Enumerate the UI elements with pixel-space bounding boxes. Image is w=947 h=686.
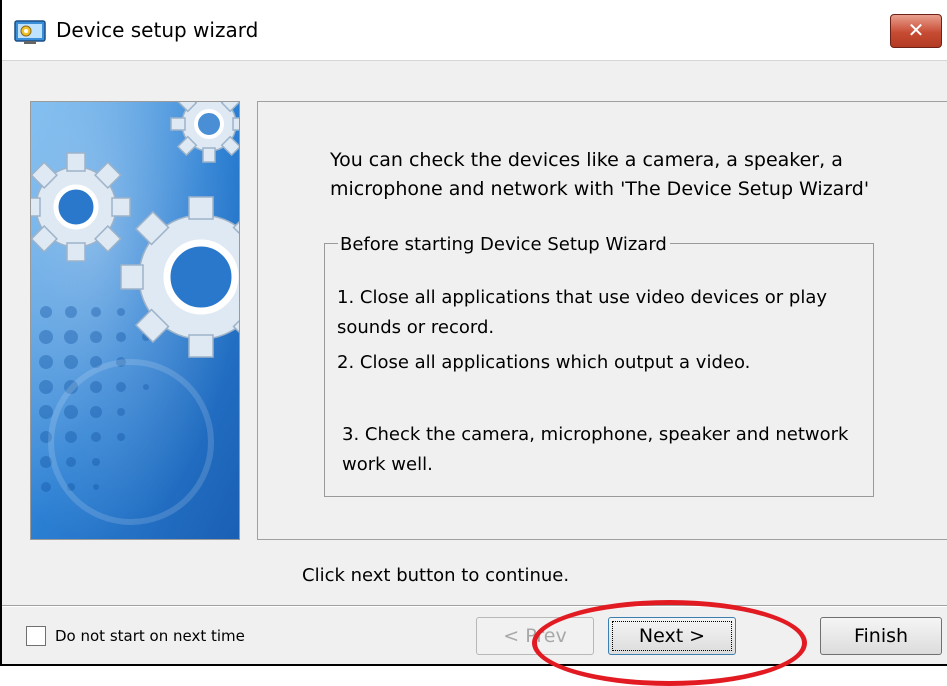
continue-hint: Click next button to continue. (302, 565, 570, 586)
title-bar[interactable]: Device setup wizard ✕ (2, 0, 947, 61)
window-title: Device setup wizard (56, 18, 259, 42)
do-not-start-checkbox[interactable] (26, 626, 46, 646)
prev-button-label: < Prev (503, 625, 567, 647)
device-setup-app-icon (14, 18, 46, 46)
close-icon: ✕ (907, 18, 925, 42)
groupbox-title: Before starting Device Setup Wizard (338, 232, 670, 258)
step-1-text: 1. Close all applications that use video… (337, 287, 828, 338)
step-2-text: 2. Close all applications which output a… (337, 352, 751, 373)
finish-button[interactable]: Finish (820, 617, 942, 655)
finish-button-label: Finish (853, 625, 909, 647)
prev-button[interactable]: < Prev (476, 617, 594, 655)
do-not-start-label[interactable]: Do not start on next time (55, 627, 245, 645)
intro-text: You can check the devices like a camera,… (330, 149, 870, 200)
device-setup-wizard-window: Device setup wizard ✕ You can check the … (0, 0, 947, 686)
step-3-text: 3. Check the camera, microphone, speaker… (342, 424, 849, 475)
next-button[interactable]: Next > (608, 617, 736, 655)
focus-ring (612, 621, 732, 651)
wizard-banner-image (30, 101, 240, 540)
footer-divider (2, 605, 947, 607)
close-button[interactable]: ✕ (890, 14, 942, 48)
